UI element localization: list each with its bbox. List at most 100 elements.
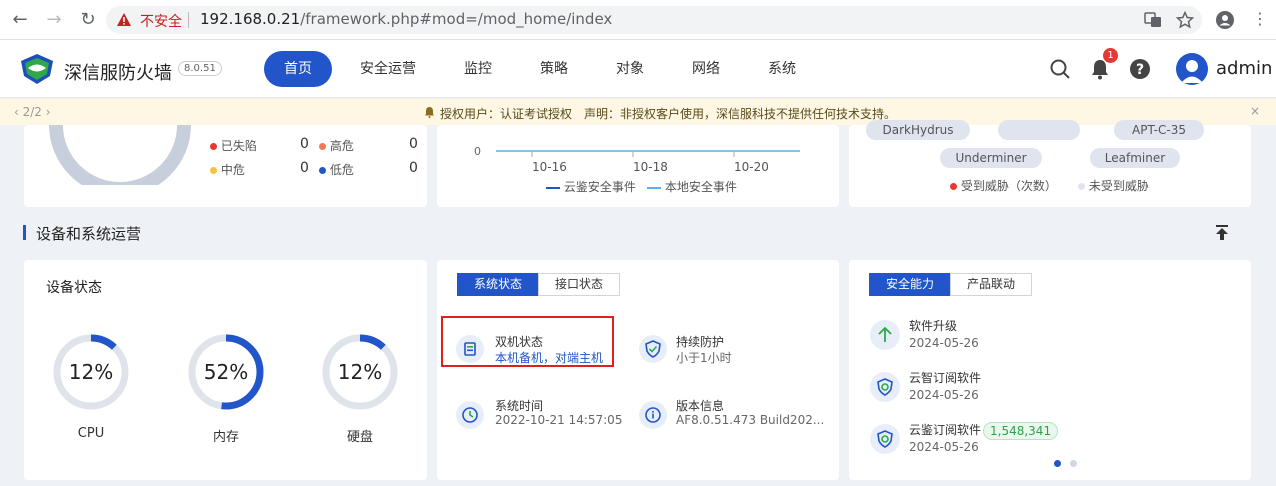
risk-label: 高危 [329,139,354,153]
risk-value: 0 [300,136,309,152]
notice-text: 授权用户：认证考试授权 声明：非授权客户使用，深信服科技不提供任何技术支持。 [440,107,897,121]
threat-tag[interactable]: Underminer [940,148,1042,168]
nav-object[interactable]: 对象 [604,51,656,87]
clock-icon [462,407,478,423]
legend-line [546,186,560,189]
legend-dot [950,183,957,190]
bookmark-star-icon[interactable] [1176,11,1194,29]
disk-value: 12% [337,360,383,384]
notification-badge: 1 [1103,48,1118,63]
protection-value: 小于1小时 [676,351,732,365]
tab-product-linkage[interactable]: 产品联动 [950,273,1032,296]
arrow-up-icon [878,326,892,342]
legend-dot [319,167,326,174]
threat-tag[interactable] [998,120,1080,140]
profile-icon[interactable] [1215,10,1235,30]
legend-dot [319,143,326,150]
search-icon[interactable] [1048,57,1072,81]
protection-icon [639,335,667,363]
risk-value: 0 [409,136,418,152]
nav-monitor[interactable]: 监控 [452,51,504,87]
close-icon[interactable]: × [1250,104,1260,118]
version-icon [639,401,667,429]
back-icon[interactable]: ← [8,8,32,32]
chart-legend-local[interactable]: 本地安全事件 [647,178,737,195]
cloud-audit-icon [870,424,900,454]
highlight-box [441,316,614,367]
cloud-intel-title: 云智订阅软件 [909,371,982,385]
threat-tag[interactable]: DarkHydrus [866,120,970,140]
risk-label: 已失陷 [220,139,257,153]
version-badge: 8.0.51 [178,61,222,76]
browser-menu-icon[interactable]: ⋮ [1252,9,1268,28]
info-icon [645,407,661,423]
version-value: AF8.0.51.473 Build202... [676,413,825,427]
system-time-value: 2022-10-21 14:57:05 [495,413,623,427]
shield-swirl-icon [877,430,893,448]
tab-security-ability[interactable]: 安全能力 [869,273,951,296]
threat-legend-miss: 未受到威胁 [1078,177,1149,194]
legend-label: 云鉴安全事件 [563,180,636,194]
tab-interface-status[interactable]: 接口状态 [538,273,620,296]
cloud-audit-date: 2024-05-26 [909,440,979,454]
brand-name: 深信服防火墙 [64,63,172,84]
url-separator [188,12,189,28]
warning-icon [117,13,131,26]
username[interactable]: admin [1216,58,1272,79]
shield-swirl-icon [877,378,893,396]
disk-label: 硬盘 [346,430,373,445]
system-time-icon [456,401,484,429]
software-upgrade-title: 软件升级 [909,319,958,333]
risk-value: 0 [300,160,309,176]
y-tick-label: 0 [474,145,481,158]
carousel-dot[interactable] [1070,460,1077,467]
translate-icon[interactable] [1144,11,1162,29]
reload-icon[interactable]: ↻ [76,8,100,32]
risk-donut [49,125,191,185]
svg-text:?: ? [1136,62,1144,78]
back-to-top-icon[interactable] [1215,225,1229,240]
x-tick-label: 10-20 [734,160,769,174]
security-label[interactable]: 不安全 [140,11,182,31]
nav-home[interactable]: 首页 [264,51,332,87]
cloud-audit-title: 云鉴订阅软件 [909,423,982,437]
threat-tag[interactable]: APT-C-35 [1114,120,1204,140]
avatar[interactable] [1176,53,1208,85]
nav-system[interactable]: 系统 [756,51,808,87]
version-title: 版本信息 [676,399,725,413]
legend-label: 受到威胁（次数） [960,179,1057,193]
memory-value: 52% [203,360,249,384]
nav-policy[interactable]: 策略 [528,51,580,87]
section-title: 设备和系统运营 [36,225,142,243]
software-upgrade-date: 2024-05-26 [909,336,979,350]
protection-title: 持续防护 [676,335,725,349]
help-icon[interactable]: ? [1128,57,1152,81]
tab-system-status[interactable]: 系统状态 [457,273,539,296]
cpu-value: 12% [68,360,114,384]
chart-legend-cloud[interactable]: 云鉴安全事件 [546,178,636,195]
carousel-dot-active[interactable] [1054,460,1061,467]
brand-logo-icon [21,54,53,84]
cpu-label: CPU [77,426,105,441]
risk-item-medium: 中危 [210,161,245,178]
nav-security-ops[interactable]: 安全运营 [352,51,424,87]
url-host: 192.168.0.21 [200,10,301,28]
notice-pager[interactable]: ‹ 2/2 › [14,105,51,119]
nav-network[interactable]: 网络 [680,51,732,87]
shield-check-icon [645,340,661,358]
section-marker [23,225,26,240]
risk-item-high: 高危 [319,137,354,154]
legend-dot [1078,183,1085,190]
legend-dot [210,143,217,150]
notice-page: 2/2 [22,105,42,119]
cloud-intel-icon [870,372,900,402]
legend-dot [210,167,217,174]
cloud-intel-date: 2024-05-26 [909,388,979,402]
event-line-chart [496,150,800,157]
software-upgrade-icon [870,320,900,350]
count-badge: 1,548,341 [983,422,1059,440]
forward-icon[interactable]: → [42,8,66,32]
url-text[interactable]: 192.168.0.21/framework.php#mod=/mod_home… [200,10,612,28]
x-tick-label: 10-18 [633,160,668,174]
threat-tag[interactable]: Leafminer [1090,148,1180,168]
